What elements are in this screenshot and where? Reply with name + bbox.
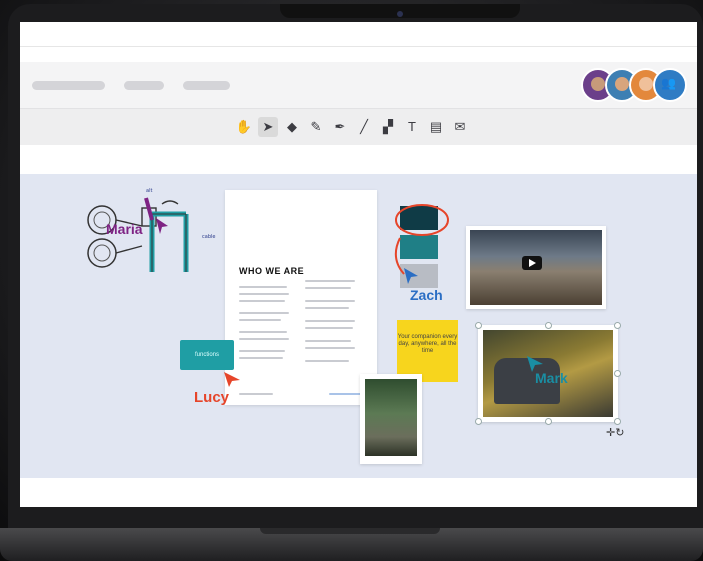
doc-text-line	[239, 338, 289, 340]
pointer-icon[interactable]: ➤	[258, 117, 278, 137]
people-icon: 👥	[661, 76, 676, 90]
doc-text-line	[305, 280, 355, 282]
window-top-strip	[20, 22, 697, 47]
pen-icon[interactable]: ✎	[306, 117, 326, 137]
eraser-icon[interactable]: ◆	[282, 117, 302, 137]
collaborator-avatars: 👥	[581, 68, 691, 102]
doc-text-line	[305, 347, 355, 349]
sticky-note-icon[interactable]: ▤	[426, 117, 446, 137]
doc-text-line	[305, 320, 355, 322]
doc-text-line	[239, 357, 283, 359]
document-card[interactable]: WHO WE ARE	[225, 190, 377, 405]
cursor-label-zach: Zach	[410, 287, 443, 303]
resize-handle[interactable]	[614, 322, 621, 329]
hiker-photo-card[interactable]	[360, 374, 422, 464]
teal-note[interactable]: functions	[180, 340, 234, 370]
doc-footer-link	[329, 393, 363, 395]
shapes-icon[interactable]: ▞	[378, 117, 398, 137]
header-placeholder-2	[124, 81, 164, 90]
text-icon[interactable]: T	[402, 117, 422, 137]
resize-handle[interactable]	[475, 418, 482, 425]
avatar-4[interactable]: 👥	[653, 68, 687, 102]
svg-text:cable: cable	[202, 234, 215, 240]
hiker-photo	[365, 379, 417, 456]
whiteboard-canvas[interactable]: alt cable Maria WHO WE ARE Zach Your com…	[20, 174, 697, 478]
doc-text-line	[305, 360, 349, 362]
highlighter-icon[interactable]: ✒	[330, 117, 350, 137]
doc-text-line	[239, 300, 285, 302]
svg-text:alt: alt	[146, 188, 152, 194]
line-icon[interactable]: ╱	[354, 117, 374, 137]
play-icon[interactable]	[522, 256, 542, 270]
doc-text-line	[239, 331, 287, 333]
cursor-label-mark: Mark	[535, 370, 568, 386]
doc-text-line	[305, 300, 355, 302]
move-rotate-icon[interactable]: ✛↻	[606, 426, 624, 439]
header-placeholder-1	[32, 81, 105, 90]
toolbar: ✋ ➤ ◆ ✎ ✒ ╱ ▞ T ▤ ✉	[20, 108, 697, 145]
header-bar: 👥	[20, 62, 697, 108]
bottom-strip	[20, 478, 697, 507]
resize-handle[interactable]	[475, 322, 482, 329]
doc-text-line	[305, 340, 351, 342]
doc-footer-line	[239, 393, 273, 395]
doc-text-line	[305, 327, 353, 329]
doc-text-line	[305, 287, 351, 289]
maria-cursor-icon	[156, 218, 168, 234]
doc-text-line	[239, 286, 287, 288]
camera-icon	[397, 11, 403, 17]
header-placeholder-3	[183, 81, 230, 90]
lucy-cursor-icon	[224, 372, 240, 387]
resize-handle[interactable]	[614, 370, 621, 377]
comment-icon[interactable]: ✉	[450, 117, 470, 137]
zach-cursor-icon	[404, 268, 418, 284]
cursor-label-lucy: Lucy	[194, 389, 230, 406]
cursor-label-maria: Maria	[106, 221, 143, 237]
screen: 👥 ✋ ➤ ◆ ✎ ✒ ╱ ▞ T ▤ ✉ alt cable Maria WHO WE ARE	[20, 22, 697, 507]
avatar-face	[639, 77, 653, 91]
doc-text-line	[239, 350, 285, 352]
document-title: WHO WE ARE	[239, 266, 305, 276]
hand-icon[interactable]: ✋	[234, 117, 254, 137]
resize-handle[interactable]	[545, 322, 552, 329]
doc-text-line	[305, 307, 349, 309]
swatch-circle-annotation	[394, 204, 449, 275]
sticky-note[interactable]: Your companion every day, anywhere, all …	[397, 320, 458, 382]
resize-handle[interactable]	[614, 418, 621, 425]
avatar-face	[591, 77, 605, 91]
video-card[interactable]	[466, 226, 606, 309]
doc-text-line	[239, 319, 281, 321]
doc-text-line	[239, 293, 289, 295]
laptop-base-lip	[260, 528, 440, 534]
avatar-face	[615, 77, 629, 91]
doc-text-line	[239, 312, 289, 314]
resize-handle[interactable]	[545, 418, 552, 425]
